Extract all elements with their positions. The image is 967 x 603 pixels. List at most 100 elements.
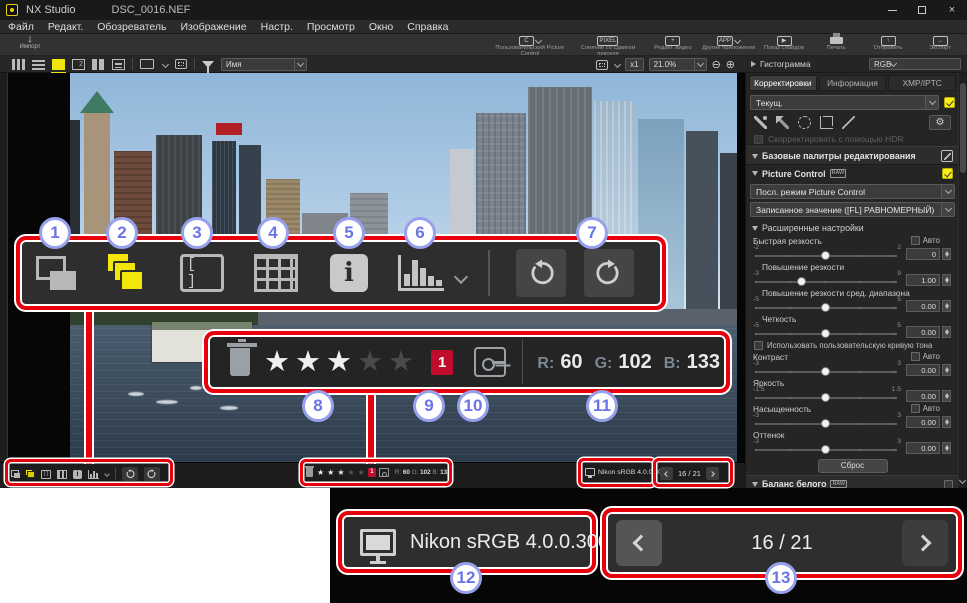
- pencil-icon[interactable]: [776, 116, 789, 129]
- menu-item[interactable]: Файл: [8, 21, 34, 33]
- crop-icon[interactable]: [820, 116, 833, 129]
- slider-thumb[interactable]: [821, 419, 830, 428]
- edit-palette-icon[interactable]: [941, 150, 953, 162]
- scrollbar-thumb[interactable]: [960, 83, 966, 173]
- slider-thumb[interactable]: [821, 251, 830, 260]
- collapse-triangle-icon[interactable]: [751, 61, 756, 67]
- menu-item[interactable]: Справка: [407, 21, 448, 33]
- slider-thumb[interactable]: [821, 329, 830, 338]
- value-stepper[interactable]: [942, 390, 951, 402]
- export-button[interactable]: → Экспорт: [917, 35, 963, 57]
- slider-thumb[interactable]: [821, 445, 830, 454]
- value-stepper[interactable]: [942, 274, 951, 286]
- panel-tab[interactable]: XMP/IPTC: [888, 75, 956, 91]
- value-stepper[interactable]: [942, 442, 951, 454]
- picture-control-mode-dropdown[interactable]: Посл. режим Picture Control: [750, 184, 955, 199]
- chevron-down-icon[interactable]: [614, 61, 621, 68]
- single-view-icon[interactable]: [52, 59, 65, 70]
- other-apps-button[interactable]: APP Другие приложения: [702, 35, 755, 57]
- slideshow-button[interactable]: ▶ Показ слайдов: [761, 35, 807, 57]
- slider-value[interactable]: 0.00: [906, 416, 940, 428]
- zoom-percent-dropdown[interactable]: 21.0%: [649, 58, 707, 71]
- value-stepper[interactable]: [942, 326, 951, 338]
- fullscreen-icon[interactable]: [175, 59, 187, 69]
- slider-value[interactable]: 0.00: [906, 390, 940, 402]
- value-stepper[interactable]: [942, 416, 951, 428]
- adjustments-enabled-checkbox[interactable]: [944, 97, 955, 108]
- custom-tone-curve-checkbox[interactable]: [754, 341, 763, 350]
- base-palettes-header[interactable]: Базовые палитры редактирования: [746, 146, 959, 165]
- zoom-out-icon[interactable]: ⊖: [712, 58, 721, 71]
- filter-icon[interactable]: [202, 61, 214, 68]
- slider-track[interactable]: [755, 397, 897, 399]
- slider-value[interactable]: 0.00: [906, 326, 940, 338]
- menu-item[interactable]: Просмотр: [307, 21, 355, 33]
- auto-checkbox[interactable]: [911, 352, 920, 361]
- hdr-checkbox[interactable]: [754, 135, 763, 144]
- straighten-icon[interactable]: [842, 116, 855, 129]
- slider-value[interactable]: 0.00: [906, 364, 940, 376]
- grid-view-icon[interactable]: [12, 59, 25, 70]
- auto-checkbox[interactable]: [911, 404, 920, 413]
- send-button[interactable]: ↑ Отправить: [865, 35, 911, 57]
- slider-thumb[interactable]: [821, 367, 830, 376]
- print-button[interactable]: Печать: [813, 35, 859, 57]
- menu-item[interactable]: Окно: [369, 21, 393, 33]
- value-stepper[interactable]: [942, 248, 951, 260]
- slider-track[interactable]: [755, 371, 897, 373]
- zoom-in-icon[interactable]: ⊕: [726, 58, 735, 71]
- zoom-ratio-button[interactable]: x1: [625, 58, 643, 71]
- fit-to-screen-icon[interactable]: [596, 60, 608, 70]
- value-stepper[interactable]: [942, 300, 951, 312]
- pixel-shift-merge-button[interactable]: PIXEL Слияние со сдвигом пикселя: [572, 35, 644, 57]
- slider-track[interactable]: [755, 255, 897, 257]
- panel-scrollbar[interactable]: [958, 73, 967, 488]
- filmstrip-collapsed-bar[interactable]: [0, 73, 8, 462]
- value-stepper[interactable]: [942, 364, 951, 376]
- white-balance-header[interactable]: Баланс белого RAW: [746, 475, 959, 488]
- slider-value[interactable]: 1.00: [906, 274, 940, 286]
- slider-track[interactable]: [755, 423, 897, 425]
- picture-control-checkbox[interactable]: [942, 168, 953, 179]
- panel-tab[interactable]: Информация: [819, 75, 887, 91]
- slider-track[interactable]: [755, 281, 897, 283]
- slider-thumb[interactable]: [821, 303, 830, 312]
- reset-button[interactable]: Сброс: [818, 459, 888, 473]
- selection-icon[interactable]: [798, 116, 811, 129]
- auto-checkbox[interactable]: [911, 236, 920, 245]
- slider-thumb[interactable]: [821, 393, 830, 402]
- sort-dropdown[interactable]: Имя: [221, 58, 307, 71]
- advanced-settings-header[interactable]: Расширенные настройки: [746, 220, 959, 235]
- slider-value[interactable]: 0: [906, 248, 940, 260]
- menu-item[interactable]: Редакт.: [48, 21, 83, 33]
- menu-item[interactable]: Обозреватель: [97, 21, 166, 33]
- menu-item[interactable]: Настр.: [261, 21, 293, 33]
- close-button[interactable]: ×: [937, 0, 967, 20]
- filmstrip-view-icon[interactable]: [112, 59, 125, 70]
- custom-picture-control-button[interactable]: C Пользовательский Picture Control: [494, 35, 566, 57]
- menu-item[interactable]: Изображение: [180, 21, 246, 33]
- gear-icon[interactable]: ⚙: [929, 115, 951, 130]
- thumbnail-strip-view-icon[interactable]: [92, 59, 105, 70]
- white-balance-checkbox[interactable]: [944, 480, 953, 489]
- video-edit-button[interactable]: + Редакт. видео: [650, 35, 696, 57]
- scroll-down-arrow[interactable]: [958, 476, 967, 486]
- slider-track[interactable]: [755, 333, 897, 335]
- retouch-brush-icon[interactable]: [754, 116, 767, 129]
- second-monitor-icon[interactable]: [140, 59, 154, 69]
- slider-value[interactable]: 0.00: [906, 300, 940, 312]
- version-dropdown[interactable]: Текущ.: [750, 95, 939, 110]
- panel-tab[interactable]: Корректировки: [749, 75, 817, 91]
- slider-thumb[interactable]: [797, 277, 806, 286]
- slider-value[interactable]: 0.00: [906, 442, 940, 454]
- slider-track[interactable]: [755, 449, 897, 451]
- picture-control-value-dropdown[interactable]: Записанное значение ([FL] РАВНОМЕРНЫЙ): [750, 202, 955, 217]
- import-button[interactable]: ↓ Импорт: [10, 35, 50, 51]
- slider-track[interactable]: [755, 307, 897, 309]
- compare-view-icon[interactable]: 2: [72, 59, 85, 70]
- maximize-button[interactable]: [907, 0, 937, 20]
- chevron-down-icon[interactable]: [162, 60, 169, 67]
- minimize-button[interactable]: [877, 0, 907, 20]
- list-view-icon[interactable]: [32, 59, 45, 70]
- picture-control-header[interactable]: Picture Control RAW: [746, 165, 959, 181]
